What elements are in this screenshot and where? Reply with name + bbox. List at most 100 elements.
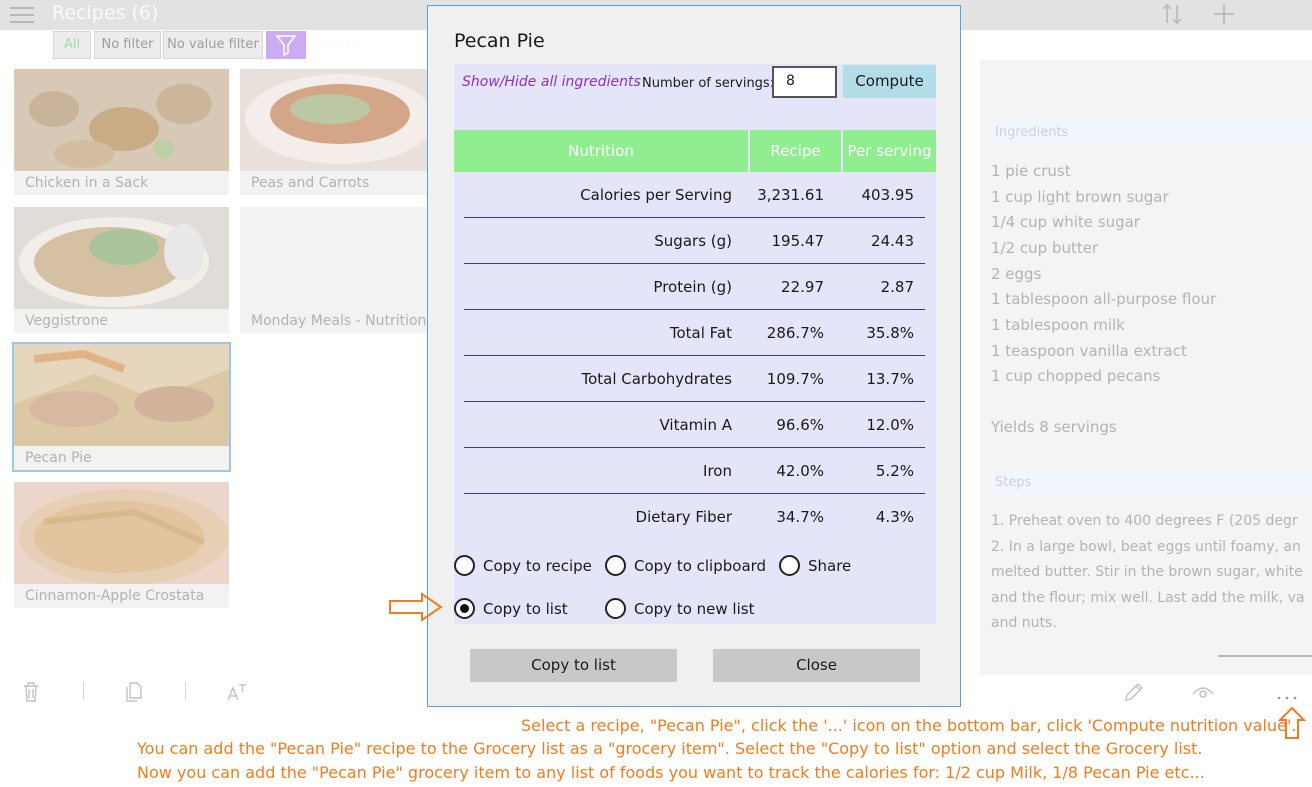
recipe-image — [14, 207, 229, 309]
recipe-image — [14, 69, 229, 171]
recipe-value: 34.7% — [776, 508, 824, 526]
ingredient-item: 1 pie crust — [991, 162, 1071, 180]
radio-circle[interactable] — [779, 555, 800, 576]
per-serving-value: 35.8% — [866, 324, 914, 342]
close-button[interactable]: Close — [713, 649, 920, 682]
radio-circle-selected[interactable] — [454, 598, 475, 619]
sort-icon[interactable] — [1160, 2, 1184, 26]
recipe-name: Cinnamon-Apple Crostata — [25, 588, 205, 604]
per-serving-value: 12.0% — [866, 416, 914, 434]
divider — [185, 682, 186, 700]
recipe-tile-selected[interactable]: Pecan Pie — [12, 342, 231, 472]
recipe-tile[interactable]: Veggistrone — [14, 207, 229, 333]
compute-button[interactable]: Compute — [843, 65, 936, 98]
recipe-name: Peas and Carrots — [251, 175, 370, 191]
recipe-count: 6 of 6 — [315, 37, 356, 53]
annotation-arrow-right-icon — [389, 592, 443, 622]
table-row: Vitamin A 96.6% 12.0% — [464, 402, 925, 448]
per-serving-value: 2.87 — [880, 278, 914, 296]
nutrient-name: Total Fat — [669, 324, 732, 342]
instruction-line: Now you can add the "Pecan Pie" grocery … — [137, 763, 1205, 782]
radio-circle[interactable] — [605, 555, 626, 576]
show-hide-ingredients-link[interactable]: Show/Hide all ingredients — [462, 74, 641, 90]
table-row: Iron 42.0% 5.2% — [464, 448, 925, 494]
instruction-line: You can add the "Pecan Pie" recipe to th… — [137, 739, 1203, 758]
nutrition-dialog: Pecan Pie Show/Hide all ingredients Numb… — [427, 5, 961, 707]
copy-to-recipe-radio[interactable]: Copy to recipe — [454, 555, 592, 576]
recipe-image — [14, 344, 229, 446]
table-row: Sugars (g) 195.47 24.43 — [464, 218, 925, 264]
view-icon[interactable] — [1191, 680, 1215, 704]
copy-to-list-button[interactable]: Copy to list — [470, 649, 677, 682]
nutrient-name: Iron — [703, 462, 732, 480]
per-serving-value: 13.7% — [866, 370, 914, 388]
recipe-tile[interactable]: Cinnamon-Apple Crostata — [14, 482, 229, 608]
nutrition-table-header: Nutrition Recipe Per serving — [454, 130, 936, 172]
divider — [83, 682, 84, 700]
nutrient-name: Calories per Serving — [580, 186, 732, 204]
recipe-name: Pecan Pie — [25, 450, 92, 466]
filter-icon[interactable] — [266, 31, 306, 59]
add-icon[interactable] — [1212, 2, 1236, 26]
steps-header: Steps — [990, 469, 1312, 497]
table-row: Total Fat 286.7% 35.8% — [464, 310, 925, 356]
recipe-value: 286.7% — [766, 324, 824, 342]
recipe-tile[interactable]: Monday Meals - Nutrition — [240, 207, 455, 333]
ingredient-item: 2 eggs — [991, 265, 1042, 283]
header-recipe: Recipe — [750, 130, 841, 172]
share-radio[interactable]: Share — [779, 555, 851, 576]
radio-circle[interactable] — [454, 555, 475, 576]
ingredient-item: 1 tablespoon milk — [991, 316, 1125, 334]
step-line: melted butter. Stir in the brown sugar, … — [991, 564, 1303, 580]
nutrient-name: Total Carbohydrates — [581, 370, 732, 388]
recipe-value: 195.47 — [771, 232, 825, 250]
step-line: 2. In a large bowl, beat eggs until foam… — [991, 539, 1301, 555]
app-window: Recipes (6) All No filter No value filte… — [0, 0, 1312, 787]
hamburger-menu-icon[interactable] — [10, 7, 34, 23]
recipe-tile[interactable]: Peas and Carrots — [240, 69, 455, 195]
radio-label: Copy to list — [483, 599, 568, 618]
radio-label: Share — [808, 556, 852, 575]
table-row: Calories per Serving 3,231.61 403.95 — [464, 172, 925, 218]
nutrient-name: Sugars (g) — [654, 232, 732, 250]
ingredient-item: 1 teaspoon vanilla extract — [991, 342, 1187, 360]
horizontal-scrollbar[interactable] — [1218, 655, 1312, 657]
per-serving-value: 24.43 — [871, 232, 914, 250]
radio-circle[interactable] — [605, 598, 626, 619]
ingredient-item: 1 cup chopped pecans — [991, 367, 1161, 385]
copy-to-list-radio[interactable]: Copy to list — [454, 598, 568, 619]
recipe-value: 3,231.61 — [757, 186, 824, 204]
more-options-icon[interactable] — [1275, 680, 1299, 704]
copy-to-clipboard-radio[interactable]: Copy to clipboard — [605, 555, 766, 576]
delete-icon[interactable] — [19, 680, 43, 704]
nutrient-name: Dietary Fiber — [635, 508, 732, 526]
per-serving-value: 403.95 — [861, 186, 915, 204]
recipe-details-panel: Ingredients 1 pie crust 1 cup light brow… — [980, 60, 1312, 675]
no-value-filter-button[interactable]: No value filter — [163, 31, 263, 59]
no-filter-button[interactable]: No filter — [94, 31, 161, 59]
edit-icon[interactable] — [1122, 680, 1146, 704]
recipe-tile[interactable]: Chicken in a Sack — [14, 69, 229, 195]
recipe-name: Chicken in a Sack — [25, 175, 149, 191]
radio-label: Copy to new list — [634, 599, 755, 618]
recipe-value: 22.97 — [781, 278, 824, 296]
ingredient-item: 1 tablespoon all-purpose flour — [991, 290, 1217, 308]
per-serving-value: 4.3% — [875, 508, 914, 526]
header-per-serving: Per serving — [843, 130, 936, 172]
nutrient-name: Vitamin A — [659, 416, 733, 434]
filter-all-button[interactable]: All — [53, 31, 91, 59]
table-row: Dietary Fiber 34.7% 4.3% — [464, 494, 925, 540]
copy-icon[interactable] — [122, 680, 146, 704]
text-format-icon[interactable] — [225, 680, 249, 704]
nutrient-name: Protein (g) — [653, 278, 732, 296]
yields-text: Yields 8 servings — [991, 418, 1117, 436]
step-line: and the flour; mix well. Last add the mi… — [991, 590, 1305, 606]
recipe-name: Veggistrone — [25, 313, 109, 329]
radio-label: Copy to recipe — [483, 556, 592, 575]
table-row: Protein (g) 22.97 2.87 — [464, 264, 925, 310]
servings-input[interactable]: 8 — [772, 66, 837, 98]
step-line: 1. Preheat oven to 400 degrees F (205 de… — [991, 513, 1298, 529]
recipe-value: 109.7% — [766, 370, 824, 388]
table-row: Total Carbohydrates 109.7% 13.7% — [464, 356, 925, 402]
copy-to-new-list-radio[interactable]: Copy to new list — [605, 598, 754, 619]
